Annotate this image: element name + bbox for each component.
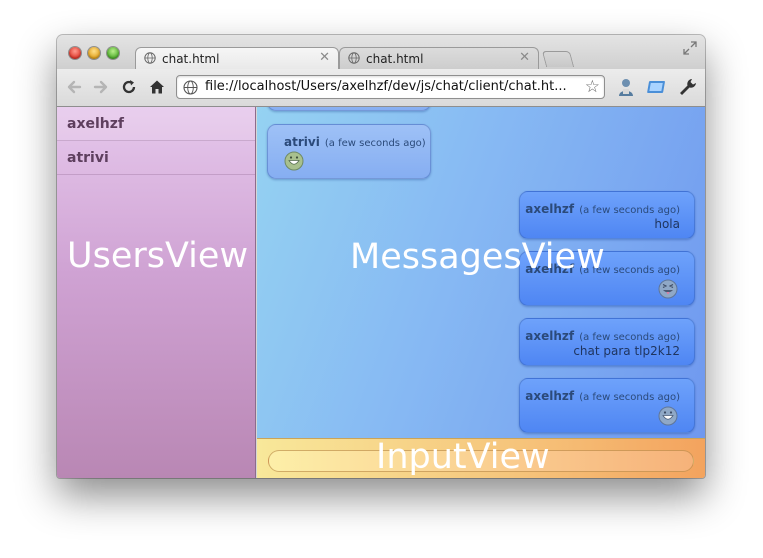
message-time: (a few seconds ago) (324, 138, 426, 149)
message-time: (a few seconds ago) (579, 332, 680, 343)
window-zoom-button[interactable] (107, 47, 119, 59)
browser-window: chat.html ✕ chat.html ✕ file://localhost… (57, 35, 705, 478)
users-view-label: UsersView (67, 236, 249, 276)
grinning-face-icon (658, 406, 678, 426)
tab-chat-1[interactable]: chat.html ✕ (135, 47, 339, 69)
window-close-button[interactable] (69, 47, 81, 59)
message-author: axelhzf (525, 329, 575, 343)
tab-title: chat.html (366, 52, 424, 66)
tab-close-icon[interactable]: ✕ (519, 50, 530, 65)
grinning-face-icon (284, 151, 304, 171)
tab-chat-2[interactable]: chat.html ✕ (339, 47, 539, 69)
wrench-icon[interactable] (677, 76, 699, 98)
message-author: atrivi (284, 135, 320, 149)
reload-icon[interactable] (120, 78, 138, 96)
globe-icon (144, 52, 156, 64)
address-bar[interactable]: file://localhost/Users/axelhzf/dev/js/ch… (176, 75, 605, 99)
message-time: (a few seconds ago) (579, 392, 680, 403)
message-text: chat para tlp2k12 (573, 344, 680, 358)
window-extension-icon[interactable] (647, 76, 669, 98)
message-time: (a few seconds ago) (579, 205, 680, 216)
forward-arrow-icon[interactable] (92, 78, 110, 96)
message-bubble: axelhzf (a few seconds ago) chat para tl… (519, 318, 695, 366)
person-extension-icon[interactable] (615, 76, 637, 98)
input-view: InputView (257, 437, 705, 478)
tab-strip: chat.html ✕ chat.html ✕ (57, 35, 705, 69)
message-text: hola (654, 217, 680, 231)
back-arrow-icon[interactable] (65, 78, 83, 96)
tab-title: chat.html (162, 52, 220, 66)
home-icon[interactable] (148, 78, 166, 96)
user-list-item[interactable]: axelhzf (57, 107, 255, 141)
message-author: axelhzf (525, 389, 575, 403)
message-bubble: atrivi (a few seconds ago) (267, 124, 431, 179)
fullscreen-icon[interactable] (683, 41, 697, 55)
user-list-item[interactable]: atrivi (57, 141, 255, 175)
message-author: axelhzf (525, 202, 575, 216)
globe-icon (183, 80, 198, 95)
squinting-tongue-face-icon (658, 279, 678, 299)
message-bubble: axelhzf (a few seconds ago) hola (519, 191, 695, 239)
bookmark-star-icon[interactable]: ☆ (585, 78, 600, 96)
new-tab-button[interactable] (541, 51, 575, 67)
window-minimize-button[interactable] (88, 47, 100, 59)
input-view-label: InputView (376, 437, 550, 477)
browser-toolbar: file://localhost/Users/axelhzf/dev/js/ch… (57, 69, 705, 107)
globe-icon (348, 52, 360, 64)
messages-view-label: MessagesView (350, 237, 605, 277)
message-bubble: axelhzf (a few seconds ago) (519, 378, 695, 433)
users-view: axelhzf atrivi UsersView (57, 107, 256, 478)
messages-view: atrivi (a few seconds ago) axelhzf (a fe… (257, 107, 705, 438)
address-url: file://localhost/Users/axelhzf/dev/js/ch… (205, 79, 567, 94)
message-bubble-partial (267, 107, 431, 111)
tab-close-icon[interactable]: ✕ (319, 50, 330, 65)
chat-app: axelhzf atrivi UsersView atrivi (a few s… (57, 107, 705, 478)
